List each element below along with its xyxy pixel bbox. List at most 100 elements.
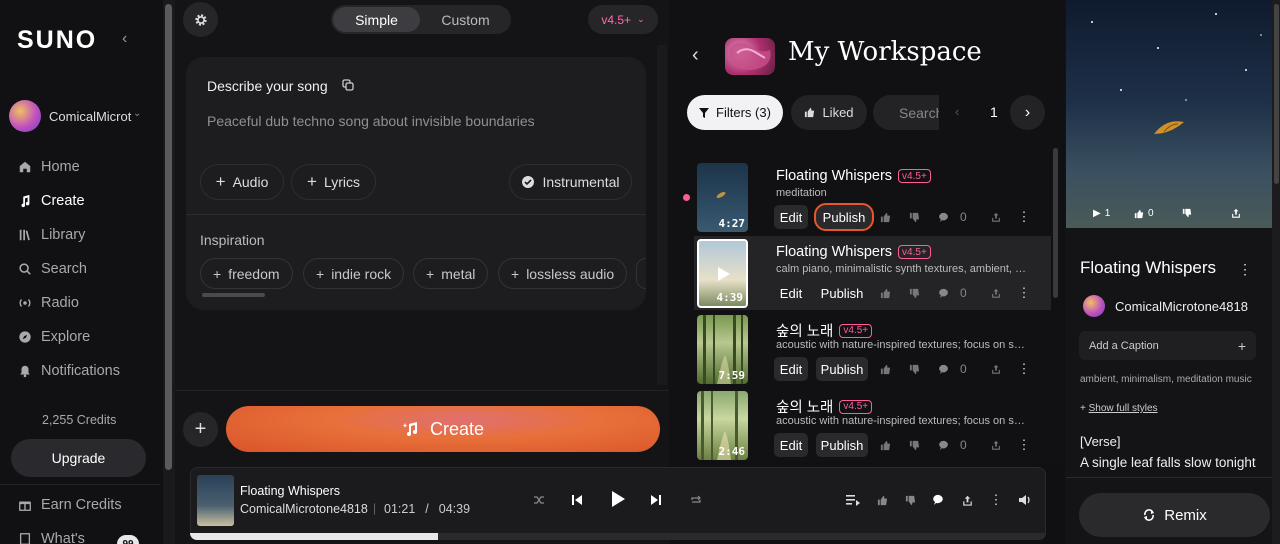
sidebar-item-notifications[interactable]: Notifications [18,359,120,383]
sidebar-scrollbar-thumb[interactable] [165,4,172,470]
song-artwork[interactable] [1066,0,1272,228]
more-options-icon[interactable]: ⋮ [1016,209,1032,225]
inspiration-tag[interactable]: + metal [413,258,489,289]
search-input[interactable]: Search [873,95,939,130]
liked-filter-button[interactable]: Liked [791,95,867,130]
settings-button[interactable] [183,2,218,37]
add-caption-field[interactable]: Add a Caption + [1079,331,1256,360]
volume-button[interactable] [1016,492,1032,508]
create-scrollbar[interactable] [657,45,667,385]
edit-button[interactable]: Edit [774,205,808,229]
song-cover[interactable]: 4:39 [697,239,748,308]
song-title[interactable]: Floating Whispers [776,244,892,260]
now-playing-cover[interactable] [197,475,234,526]
previous-button[interactable] [569,492,585,508]
more-options-icon[interactable]: ⋮ [1016,361,1032,377]
song-title-line[interactable]: 숲의 노래 v4.5+ [776,320,873,341]
song-cover[interactable]: 2:46 [697,391,748,460]
like-count[interactable]: 0 [1134,208,1154,219]
like-button[interactable] [877,437,893,453]
tab-simple[interactable]: Simple [333,7,420,32]
inspiration-scrollbar[interactable] [202,293,265,297]
song-title[interactable]: Floating Whispers [776,168,892,184]
describe-input[interactable]: Peaceful dub techno song about invisible… [207,113,535,129]
comments-button[interactable] [936,437,952,453]
dislike-button[interactable] [906,361,922,377]
more-options-icon[interactable]: ⋮ [988,492,1004,508]
sidebar-item-radio[interactable]: Radio [18,291,79,315]
workspace-scrollbar[interactable] [1053,148,1058,298]
share-button[interactable] [988,437,1004,453]
more-options-icon[interactable]: ⋮ [1016,437,1032,453]
tab-custom[interactable]: Custom [422,7,509,32]
song-title[interactable]: 숲의 노래 [776,396,833,417]
instrumental-toggle[interactable]: Instrumental [509,164,632,200]
like-button[interactable] [874,492,890,508]
back-arrow-icon[interactable]: ‹ [692,44,699,67]
filters-button[interactable]: Filters (3) [687,95,783,130]
add-lyrics-button[interactable]: + Lyrics [291,164,376,200]
sidebar-item-whats-new[interactable]: What's [18,527,85,544]
add-button[interactable]: + [183,412,218,447]
comments-button[interactable] [931,492,947,508]
dislike-button[interactable] [1182,208,1192,218]
publish-button[interactable]: Publish [816,357,868,381]
more-options-icon[interactable]: ⋮ [1016,285,1032,301]
dislike-button[interactable] [902,492,918,508]
remix-button[interactable]: Remix [1079,493,1270,537]
publish-button[interactable]: Publish [816,281,868,305]
share-button[interactable] [988,285,1004,301]
like-button[interactable] [877,209,893,225]
upgrade-button[interactable]: Upgrade [11,439,146,477]
comments-button[interactable] [936,361,952,377]
publish-button[interactable]: Publish [816,433,868,457]
prev-page-icon[interactable]: ‹ [955,104,959,119]
dice-icon[interactable] [342,78,354,96]
inspiration-tag[interactable]: + freedom [200,258,293,289]
repeat-button[interactable] [688,492,704,508]
queue-button[interactable] [845,492,861,508]
progress-fill[interactable] [190,533,439,540]
chevron-down-icon[interactable]: ⌄ [133,108,141,119]
sidebar-item-earn-credits[interactable]: Earn Credits [18,493,122,517]
edit-button[interactable]: Edit [774,357,808,381]
share-button[interactable] [959,492,975,508]
like-button[interactable] [877,361,893,377]
comments-button[interactable] [936,285,952,301]
edit-button[interactable]: Edit [774,281,808,305]
share-button[interactable] [1231,208,1241,218]
create-button[interactable]: Create [226,406,660,452]
shuffle-button[interactable] [531,492,547,508]
sidebar-item-explore[interactable]: Explore [18,325,90,349]
dislike-button[interactable] [906,437,922,453]
suno-logo[interactable]: SUNO [17,26,97,55]
inspiration-tag-overflow[interactable] [636,258,646,289]
show-full-styles-link[interactable]: + Show full styles [1080,403,1158,414]
inspiration-tag[interactable]: + lossless audio [498,258,628,289]
creator-avatar[interactable] [1083,295,1105,317]
next-page-button[interactable]: › [1010,95,1045,130]
version-select[interactable]: v4.5+ ⌄ [588,5,658,34]
like-button[interactable] [877,285,893,301]
share-button[interactable] [988,209,1004,225]
edit-button[interactable]: Edit [774,433,808,457]
now-playing-title[interactable]: Floating Whispers [240,484,340,498]
more-options-icon[interactable]: ⋮ [1238,261,1252,278]
sidebar-item-search[interactable]: Search [18,257,87,281]
song-title-line[interactable]: Floating Whispers v4.5+ [776,244,931,260]
dislike-button[interactable] [906,285,922,301]
song-title-line[interactable]: 숲의 노래 v4.5+ [776,396,873,417]
add-audio-button[interactable]: + Audio [200,164,284,200]
next-button[interactable] [648,492,664,508]
creator-name[interactable]: ComicalMicrotone4818 [1115,299,1248,314]
dislike-button[interactable] [906,209,922,225]
avatar[interactable] [9,100,41,132]
song-cover[interactable]: 4:27 [697,163,748,232]
share-button[interactable] [988,361,1004,377]
sidebar-item-library[interactable]: Library [18,223,85,247]
publish-button[interactable]: Publish [814,203,874,231]
song-title[interactable]: 숲의 노래 [776,320,833,341]
sidebar-item-home[interactable]: Home [18,155,80,179]
song-cover[interactable]: 7:59 [697,315,748,384]
user-name[interactable]: ComicalMicrot [49,109,131,124]
